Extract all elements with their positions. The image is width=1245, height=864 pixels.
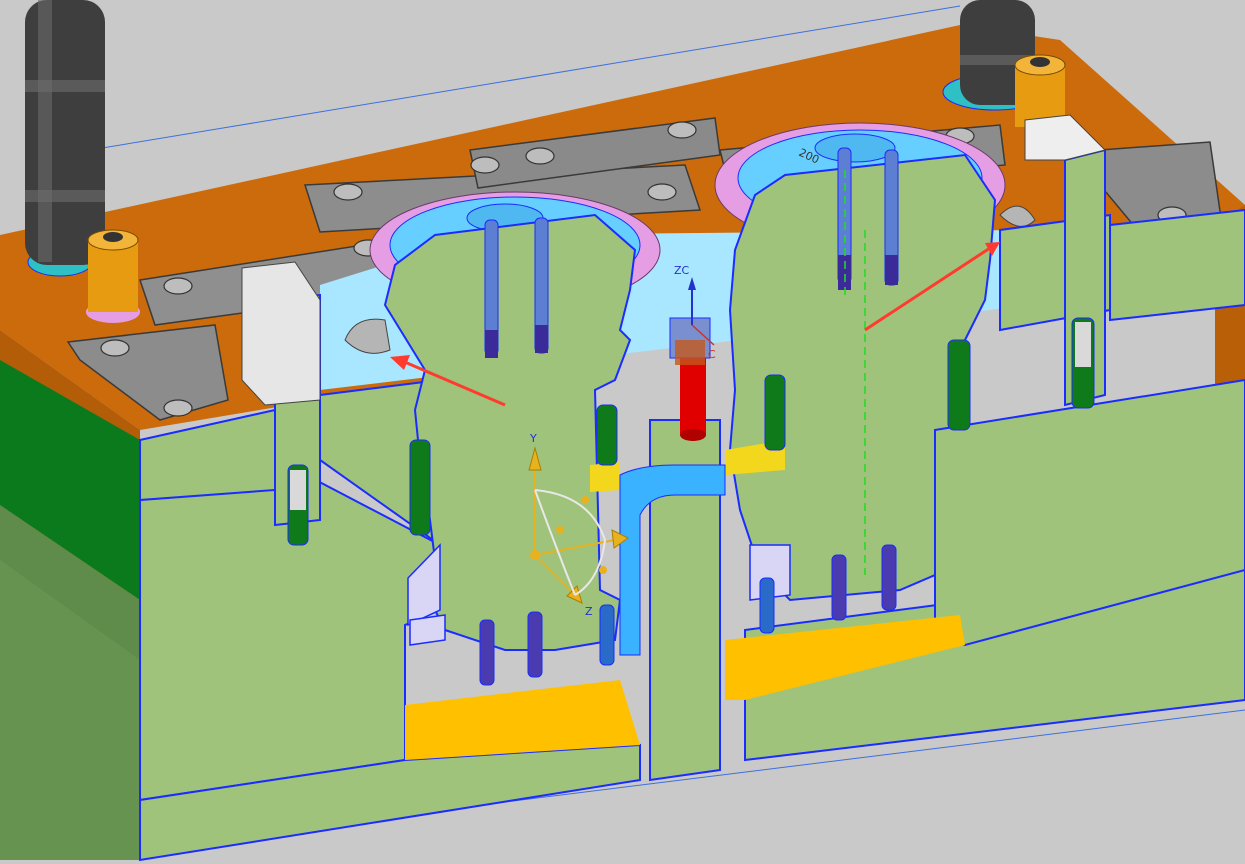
c-axis-label: C [708, 348, 716, 361]
support-pillar-left [86, 229, 140, 323]
clamp-plate-left-side [0, 360, 140, 860]
triad-z-label: Z [585, 605, 593, 618]
triad-y-label: Y [529, 432, 537, 445]
zc-axis-label: ZC [674, 264, 690, 277]
3d-cad-viewport[interactable]: 200 ZC C Y Z [0, 0, 1245, 864]
